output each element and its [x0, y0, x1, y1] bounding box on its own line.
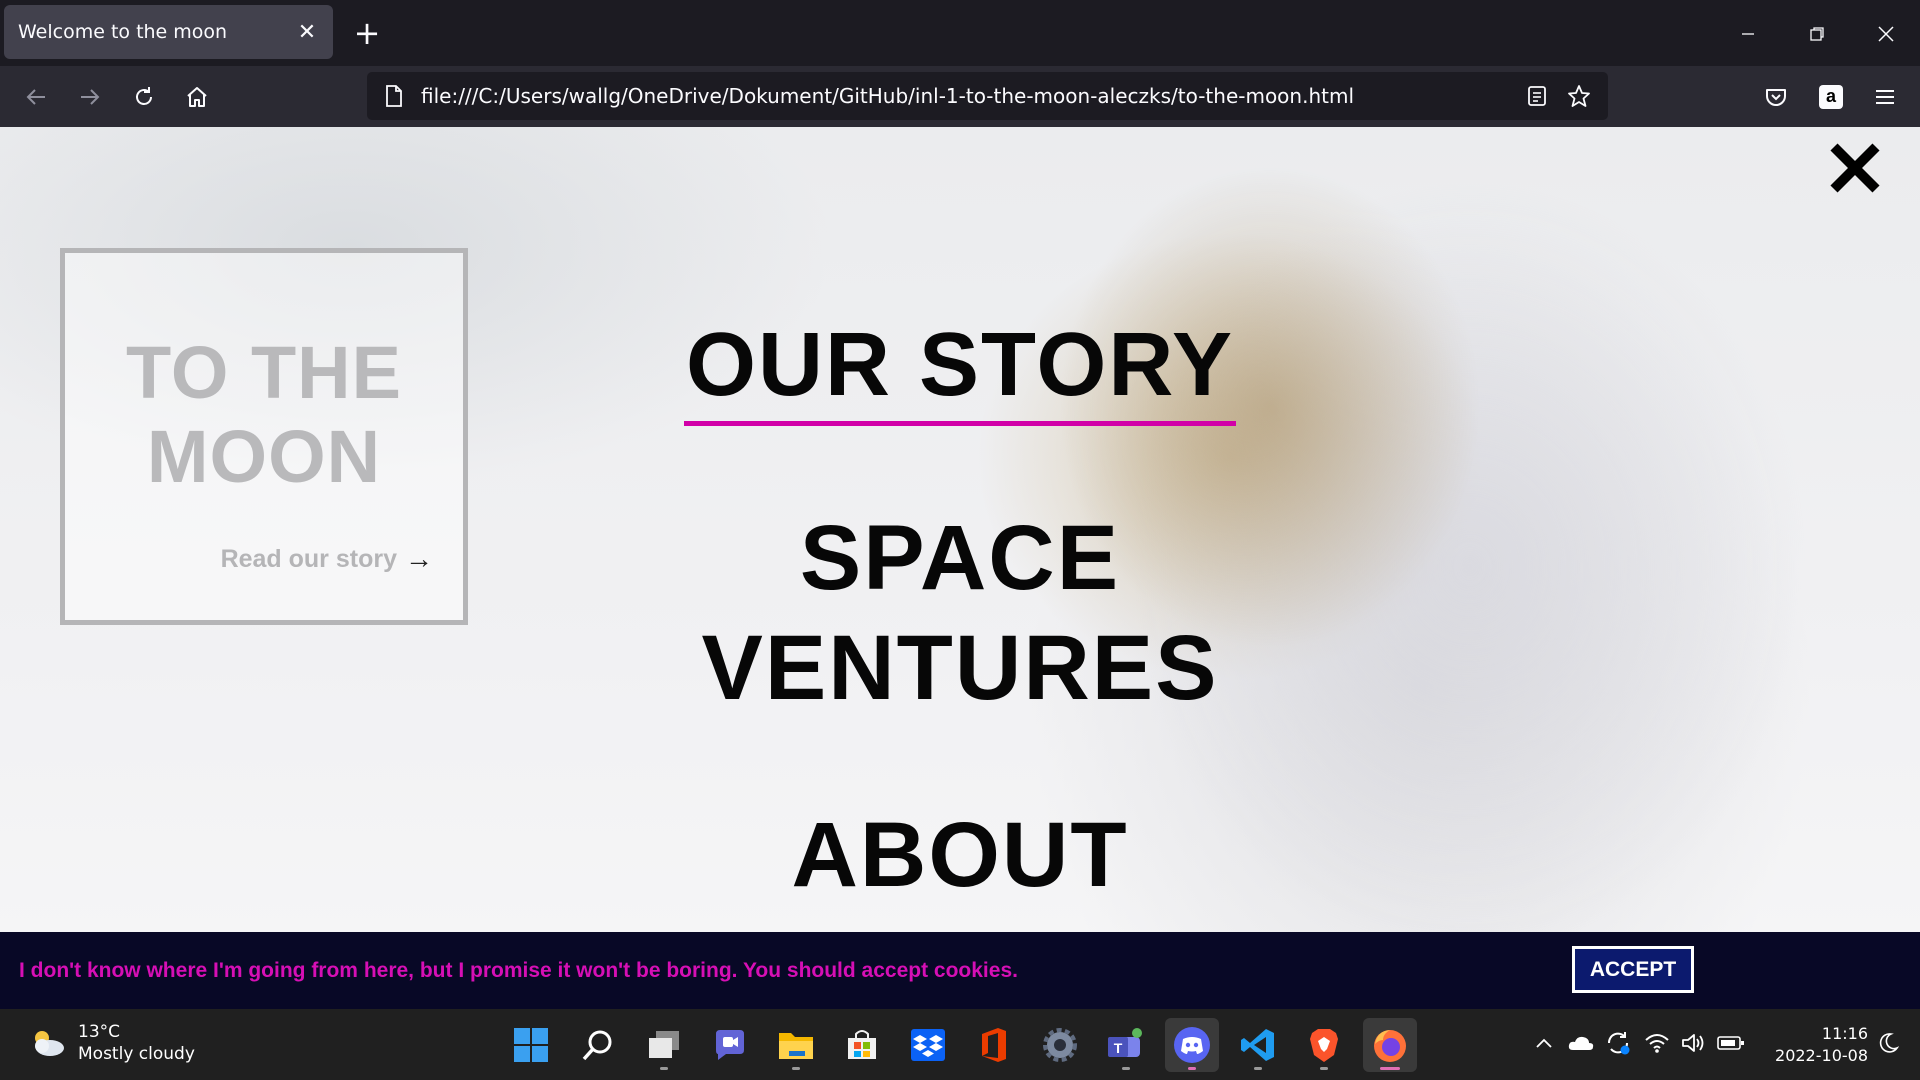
cookie-message: I don't know where I'm going from here, …	[19, 958, 1018, 982]
clock-date: 2022-10-08	[1775, 1046, 1868, 1065]
menu-link-about[interactable]: ABOUT	[720, 803, 1200, 907]
address-bar[interactable]: file:///C:/Users/wallg/OneDrive/Dokument…	[367, 72, 1608, 120]
firefox-indicator	[1380, 1067, 1400, 1070]
forward-arrow-icon[interactable]	[71, 78, 109, 116]
discord-indicator	[1188, 1067, 1196, 1070]
navigation-toolbar: file:///C:/Users/wallg/OneDrive/Dokument…	[0, 66, 1920, 127]
volume-icon[interactable]	[1678, 1027, 1710, 1059]
settings-icon[interactable]	[1033, 1018, 1087, 1072]
back-arrow-icon[interactable]	[17, 78, 55, 116]
cloud-sun-icon	[35, 1031, 64, 1056]
teams-indicator	[1122, 1067, 1130, 1070]
right-arrow-icon: →	[405, 543, 433, 574]
clock-time: 11:16	[1821, 1024, 1868, 1043]
tab-close-icon[interactable]: ✕	[295, 20, 319, 45]
new-tab-icon[interactable]: +	[350, 17, 384, 51]
brave-indicator	[1320, 1067, 1328, 1070]
close-menu-icon[interactable]	[1822, 135, 1888, 201]
weather-widget[interactable]: 13°C Mostly cloudy	[28, 1021, 195, 1065]
sync-icon[interactable]	[1602, 1027, 1634, 1059]
onedrive-icon[interactable]	[1565, 1027, 1597, 1059]
menu-link-space-ventures[interactable]: SPACE VENTURES	[660, 503, 1260, 723]
reader-view-icon[interactable]	[1516, 75, 1558, 117]
vscode-icon[interactable]	[1231, 1018, 1285, 1072]
battery-icon[interactable]	[1715, 1027, 1747, 1059]
hero-title: TO THE MOON	[65, 331, 463, 499]
page-icon	[379, 81, 409, 111]
tab-strip: Welcome to the moon ✕ +	[0, 0, 1920, 66]
vscode-indicator	[1254, 1067, 1262, 1070]
weather-condition: Mostly cloudy	[78, 1044, 195, 1064]
chevron-up-icon[interactable]	[1528, 1027, 1560, 1059]
file-explorer-icon[interactable]	[769, 1018, 823, 1072]
firefox-icon[interactable]	[1363, 1018, 1417, 1072]
wifi-icon[interactable]	[1641, 1027, 1673, 1059]
task-view-indicator	[660, 1067, 668, 1070]
accept-cookies-button[interactable]: ACCEPT	[1572, 946, 1694, 993]
svg-text:T: T	[1114, 1040, 1123, 1056]
hero-card: TO THE MOON Read our story →	[60, 248, 468, 625]
page-viewport: TO THE MOON Read our story → OUR STORY S…	[0, 127, 1920, 1009]
taskbar: 13°C Mostly cloudy T 11:16 2022-10-08	[0, 1009, 1920, 1080]
pocket-icon[interactable]	[1757, 78, 1795, 116]
chat-icon[interactable]	[703, 1018, 757, 1072]
minimize-icon[interactable]	[1718, 14, 1778, 54]
menu-link-space-ventures-line-1: SPACE	[799, 507, 1121, 609]
file-explorer-indicator	[792, 1067, 800, 1070]
hero-title-line-2: MOON	[146, 415, 382, 498]
url-text[interactable]: file:///C:/Users/wallg/OneDrive/Dokument…	[421, 84, 1516, 108]
dropbox-icon[interactable]	[901, 1018, 955, 1072]
focus-assist-moon-icon[interactable]	[1872, 1027, 1904, 1059]
task-view-icon[interactable]	[637, 1018, 691, 1072]
home-icon[interactable]	[178, 78, 216, 116]
bookmark-star-icon[interactable]	[1558, 75, 1600, 117]
menu-link-our-story[interactable]: OUR STORY	[684, 313, 1236, 426]
system-clock[interactable]: 11:16 2022-10-08	[1760, 1023, 1868, 1067]
amazon-extension-icon[interactable]: a	[1812, 78, 1850, 116]
menu-hamburger-icon[interactable]	[1866, 78, 1904, 116]
office-icon[interactable]	[967, 1018, 1021, 1072]
menu-link-space-ventures-line-2: VENTURES	[701, 617, 1219, 719]
tab-title: Welcome to the moon	[18, 21, 228, 43]
read-story-link[interactable]: Read our story →	[221, 543, 433, 575]
discord-icon[interactable]	[1165, 1018, 1219, 1072]
reload-icon[interactable]	[125, 78, 163, 116]
teams-icon[interactable]: T	[1099, 1018, 1153, 1072]
window-close-icon[interactable]	[1856, 14, 1916, 54]
read-story-link-label: Read our story	[220, 544, 397, 573]
brave-icon[interactable]	[1297, 1018, 1351, 1072]
start-icon[interactable]	[504, 1018, 558, 1072]
restore-icon[interactable]	[1787, 14, 1847, 54]
weather-temperature: 13°C	[78, 1022, 121, 1042]
hero-title-line-1: TO THE	[126, 331, 402, 414]
store-icon[interactable]	[835, 1018, 889, 1072]
browser-tab[interactable]: Welcome to the moon ✕	[4, 5, 333, 59]
cookie-banner: I don't know where I'm going from here, …	[0, 932, 1920, 1009]
search-icon[interactable]	[571, 1018, 625, 1072]
